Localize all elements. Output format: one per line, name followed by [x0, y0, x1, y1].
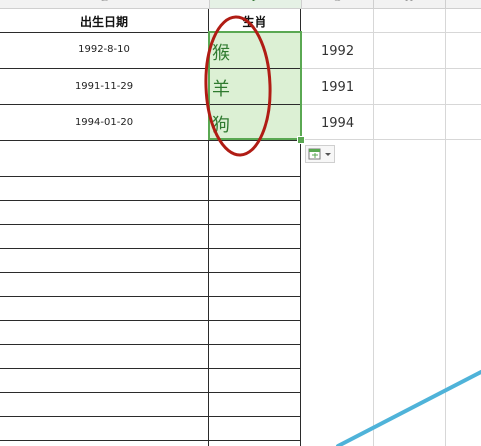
- column-header-E[interactable]: E: [0, 0, 209, 9]
- table-border: [0, 248, 301, 249]
- table-border: [0, 296, 301, 297]
- header-separator: [445, 0, 446, 9]
- paste-options-icon: [308, 148, 331, 160]
- table-border: [0, 140, 301, 141]
- column-label: E: [0, 0, 209, 4]
- table-border: [0, 440, 301, 441]
- table-border: [0, 368, 301, 369]
- column-label: G: [301, 0, 373, 4]
- gridline: [445, 9, 446, 446]
- header-separator: [209, 0, 210, 9]
- cell-year[interactable]: 1994: [321, 116, 354, 131]
- cell-birth-date[interactable]: 1992-8-10: [0, 44, 208, 55]
- table-border: [0, 320, 301, 321]
- column-header-G[interactable]: G: [301, 0, 373, 9]
- column-label: F: [209, 0, 301, 4]
- gridline: [301, 32, 481, 33]
- table-border: [0, 416, 301, 417]
- table-border: [0, 224, 301, 225]
- cell-year[interactable]: 1991: [321, 80, 354, 95]
- table-border: [0, 392, 301, 393]
- gridline: [373, 9, 374, 446]
- paste-options-button[interactable]: [305, 145, 335, 163]
- table-border: [0, 176, 301, 177]
- cell-year[interactable]: 1992: [321, 44, 354, 59]
- cell-birth-date[interactable]: 1994-01-20: [0, 117, 208, 128]
- gridline: [301, 104, 481, 105]
- header-separator: [301, 0, 302, 9]
- selection-border: [208, 31, 302, 140]
- column-header-H[interactable]: H: [373, 0, 445, 9]
- gridline: [301, 68, 481, 69]
- header-separator: [373, 0, 374, 9]
- column-header-F[interactable]: F: [209, 0, 301, 9]
- table-border: [0, 272, 301, 273]
- gridline: [301, 139, 481, 140]
- column-header-I[interactable]: [445, 0, 481, 9]
- header-birth-date[interactable]: 出生日期: [0, 13, 208, 30]
- fill-handle[interactable]: [297, 136, 305, 144]
- cell-birth-date[interactable]: 1991-11-29: [0, 81, 208, 92]
- column-label: H: [373, 0, 445, 4]
- header-zodiac[interactable]: 生肖: [209, 13, 300, 30]
- table-border: [0, 344, 301, 345]
- table-border: [0, 200, 301, 201]
